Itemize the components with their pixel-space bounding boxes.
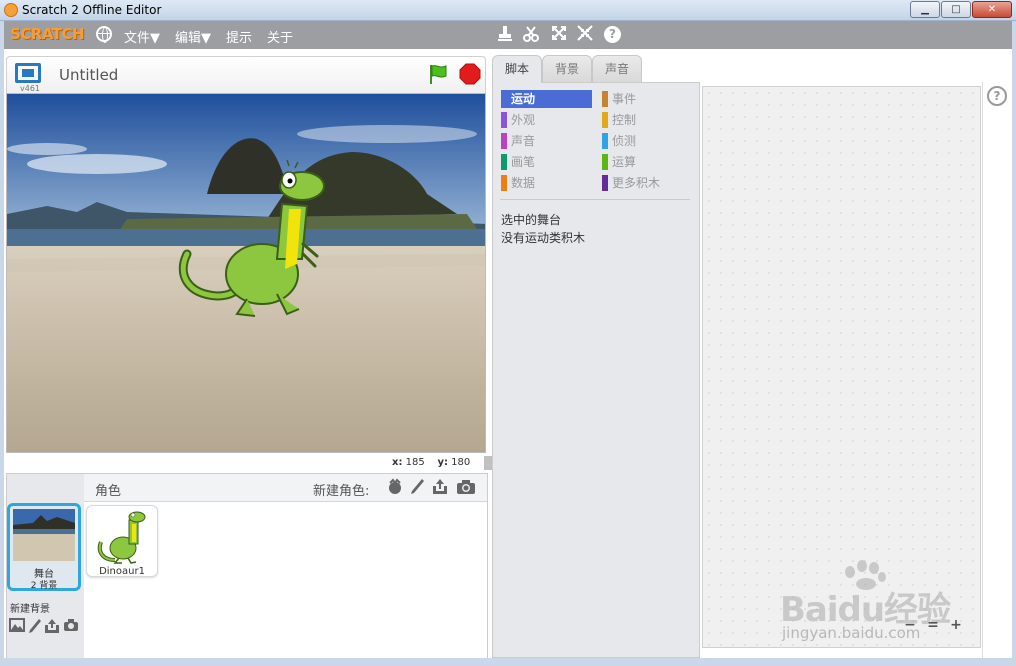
category-control-label: 控制 [612,113,637,127]
baidu-watermark: Baidu经验 jingyan.baidu.com [780,560,1010,645]
maximize-button[interactable]: □ [941,1,971,18]
category-operators-label: 运算 [612,155,637,169]
tab-backdrops[interactable]: 背景 [542,55,592,83]
x-value: 185 [405,457,425,468]
sprite-thumbnail[interactable]: Dinoaur1 [86,505,158,577]
backdrop-count: 2 背景 [30,581,58,591]
watermark-url: jingyan.baidu.com [782,624,921,642]
stage-canvas[interactable] [6,93,486,453]
help-icon[interactable]: ? [604,26,621,43]
y-label: y: [437,457,448,468]
new-backdrop-label: 新建背景 [10,604,50,615]
delete-scissors-icon[interactable] [522,25,540,47]
window-title: Scratch 2 Offline Editor [22,3,162,17]
scratch-logo[interactable]: SCRATCH [10,25,85,43]
category-sensing[interactable]: 侦测 [602,132,690,150]
presentation-mode-icon[interactable] [15,63,41,83]
tab-scripts[interactable]: 脚本 [492,55,542,83]
tips-help-icon[interactable]: ? [987,86,1007,106]
close-button[interactable]: ✕ [972,1,1012,18]
category-motion-label: 运动 [511,92,536,106]
minimize-button[interactable]: ▁ [910,1,940,18]
category-more-blocks-label: 更多积木 [612,176,661,190]
grow-icon[interactable] [550,25,568,45]
shrink-icon[interactable] [576,25,594,45]
category-sensing-swatch [602,133,608,149]
palette-message-selected: 选中的舞台 [501,213,562,227]
category-looks-swatch [501,112,507,128]
category-more-blocks-swatch [602,175,608,191]
backdrop-paint-icon[interactable] [27,618,43,638]
category-pen[interactable]: 画笔 [501,153,592,171]
category-motion[interactable]: 运动 [501,90,592,108]
zoom-out-icon[interactable]: − [901,616,919,634]
category-more-blocks[interactable]: 更多积木 [602,174,690,192]
tab-sounds[interactable]: 声音 [592,55,642,83]
category-pen-swatch [501,154,507,170]
scratch-cat-icon [4,3,18,17]
category-control-swatch [602,112,608,128]
backdrop-upload-icon[interactable] [44,618,60,638]
category-looks-label: 外观 [511,113,536,127]
window-bottom-border [0,658,1016,666]
menu-tips[interactable]: 提示 [226,27,252,46]
category-sound-label: 声音 [511,134,536,148]
category-pen-label: 画笔 [511,155,536,169]
stop-icon[interactable] [459,63,481,85]
backdrop-library-icon[interactable] [9,618,25,636]
project-title[interactable]: Untitled [59,66,118,84]
x-label: x: [392,457,403,468]
stage-thumbnail[interactable]: 舞台 2 背景 [7,503,81,591]
language-globe-icon[interactable] [96,26,112,43]
sprite-thumbnail-image [95,508,151,564]
sprite-name: Dinoaur1 [99,566,145,577]
stage-thumbnail-image [13,509,75,561]
category-events-swatch [602,91,608,107]
new-sprite-label: 新建角色: [313,484,370,499]
category-data[interactable]: 数据 [501,174,592,192]
category-data-swatch [501,175,507,191]
menu-edit[interactable]: 编辑▼ [175,27,211,46]
sprites-title: 角色 [95,484,122,499]
category-looks[interactable]: 外观 [501,111,592,129]
palette-divider [500,199,690,200]
menu-about[interactable]: 关于 [267,27,293,46]
category-events[interactable]: 事件 [602,90,690,108]
stage-header: v461 Untitled [6,56,486,93]
palette-message-empty: 没有运动类积木 [501,231,586,245]
window-titlebar: Scratch 2 Offline Editor ▁ □ ✕ [0,0,1016,21]
green-flag-icon[interactable] [427,63,449,85]
menubar: SCRATCH 文件▼ 编辑▼ 提示 关于 ? [0,21,1016,49]
zoom-reset-icon[interactable]: = [924,616,942,634]
category-data-label: 数据 [511,176,536,190]
camera-icon[interactable] [456,478,476,500]
category-sensing-label: 侦测 [612,134,637,148]
mouse-coordinates: x: 185 y: 180 [392,457,470,468]
sprite-library-icon[interactable] [385,478,405,500]
y-value: 180 [451,457,471,468]
duplicate-stamp-icon[interactable] [496,25,514,47]
category-control[interactable]: 控制 [602,111,690,129]
upload-icon[interactable] [430,478,450,500]
zoom-in-icon[interactable]: + [947,616,965,634]
backdrop-camera-icon[interactable] [63,618,79,636]
category-sound-swatch [501,133,507,149]
category-events-label: 事件 [612,92,637,106]
paint-brush-icon[interactable] [407,478,427,500]
category-operators[interactable]: 运算 [602,153,690,171]
menu-file[interactable]: 文件▼ [124,27,160,46]
category-sound[interactable]: 声音 [501,132,592,150]
stage-collapse-handle[interactable] [484,456,492,470]
category-operators-swatch [602,154,608,170]
version-label: v461 [20,84,41,93]
